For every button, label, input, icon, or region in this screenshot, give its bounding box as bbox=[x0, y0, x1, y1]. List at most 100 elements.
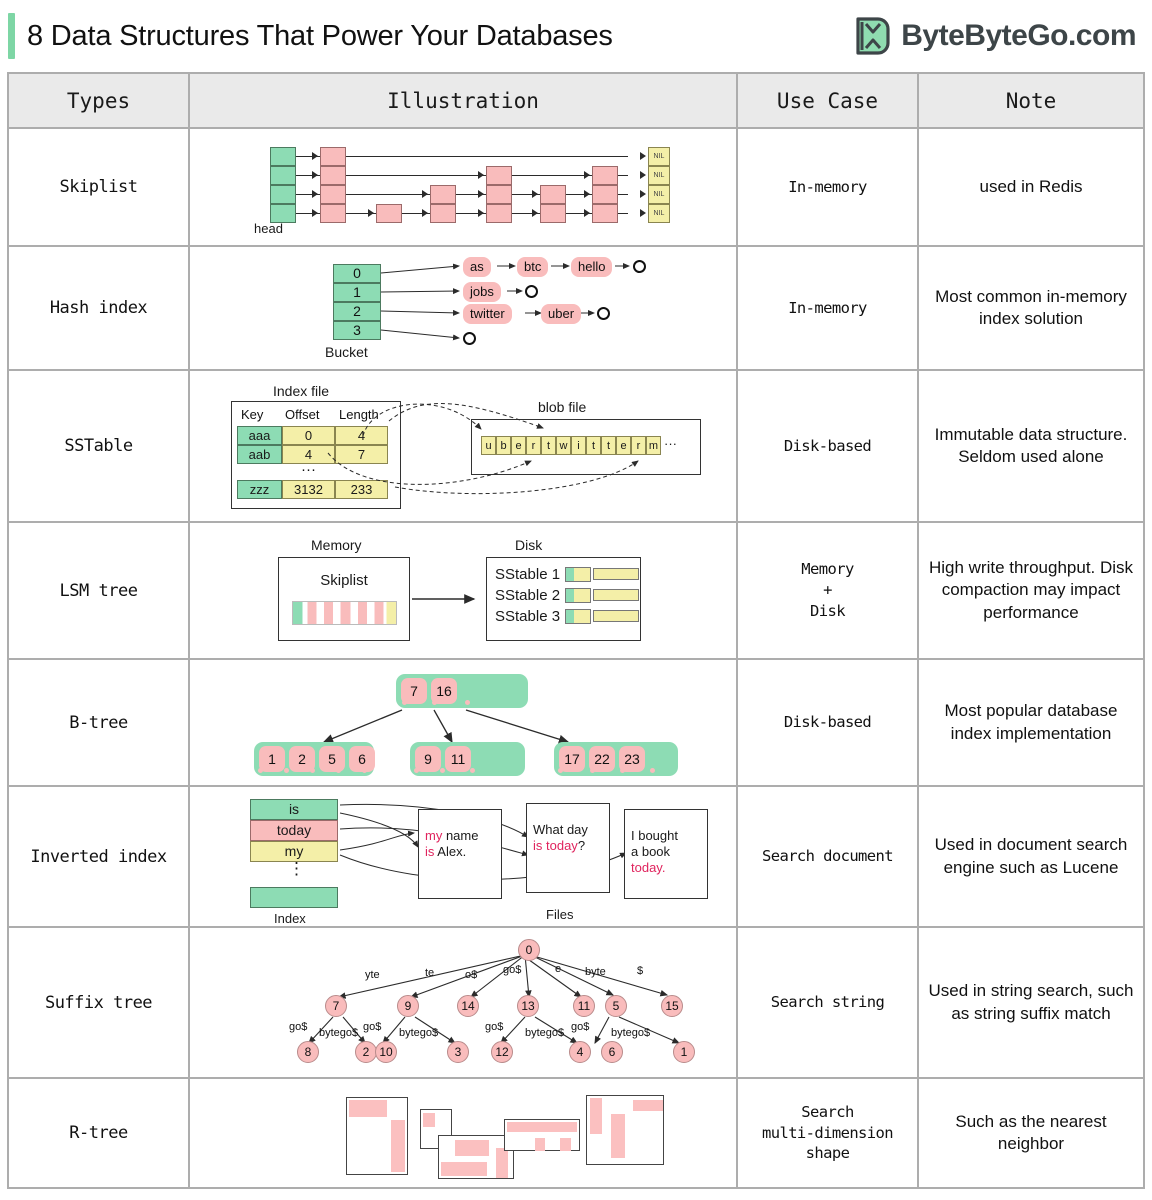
document-card: What day is today? bbox=[526, 802, 610, 893]
btree-key: 17 bbox=[559, 746, 585, 772]
inverted-index-diagram: is today my ⋮ Index my name is Alex. Wha… bbox=[228, 793, 708, 926]
btree-key: 5 bbox=[319, 746, 345, 772]
hash-chain-node: as bbox=[463, 256, 491, 277]
btree-key: 11 bbox=[445, 746, 471, 772]
suffix-node: 11 bbox=[573, 994, 595, 1017]
row-type-hash-index: Hash index bbox=[7, 245, 190, 371]
suffix-edge-label: byte bbox=[585, 965, 606, 978]
column-header-types: Types bbox=[7, 72, 190, 129]
btree-leaf-node: 1 2 5 6 bbox=[254, 742, 375, 776]
lsm-sstable-label: SStable 1 bbox=[495, 565, 561, 583]
suffix-node: 7 bbox=[325, 994, 347, 1017]
row-note-skiplist: used in Redis bbox=[917, 127, 1145, 247]
page-header: 8 Data Structures That Power Your Databa… bbox=[0, 0, 1152, 72]
column-header-illustration: Illustration bbox=[188, 72, 738, 129]
sstable-thumbnail-icon bbox=[565, 587, 640, 603]
lsm-memory-content: Skiplist bbox=[320, 571, 368, 589]
lsm-sstable-item: SStable 3 bbox=[495, 608, 640, 625]
suffix-edge-label: go$ bbox=[485, 1020, 504, 1033]
btree-leaf-node: 17 22 23 bbox=[554, 742, 678, 776]
suffix-edge-label: go$ bbox=[571, 1020, 590, 1033]
row-type-skiplist: Skiplist bbox=[7, 127, 190, 247]
skiplist-nil-label: NIL bbox=[648, 147, 670, 166]
suffix-edge-label: e bbox=[555, 962, 562, 975]
row-type-sstable: SSTable bbox=[7, 369, 190, 523]
row-usecase-btree: Disk-based bbox=[736, 658, 919, 787]
lsm-memory-box: Skiplist bbox=[278, 556, 410, 641]
row-note-inverted-index: Used in document search engine such as L… bbox=[917, 785, 1145, 928]
row-note-suffix-tree: Used in string search, such as string su… bbox=[917, 926, 1145, 1079]
skiplist-head-column bbox=[270, 147, 296, 223]
brand-logo-group: ByteByteGo.com bbox=[855, 16, 1144, 56]
illustration-rtree bbox=[188, 1077, 738, 1189]
column-header-use-case: Use Case bbox=[736, 72, 919, 129]
row-usecase-rtree: Search multi-dimension shape bbox=[736, 1077, 919, 1189]
hash-chain-node: btc bbox=[517, 256, 549, 277]
lsm-disk-label: Disk bbox=[515, 536, 543, 553]
suffix-leaf-node: 3 bbox=[447, 1040, 469, 1063]
lsm-skiplist-thumbnail bbox=[291, 600, 397, 625]
hash-chain-node: twitter bbox=[463, 303, 512, 324]
btree-key: 9 bbox=[415, 746, 441, 772]
bytebytego-logo-icon bbox=[856, 17, 890, 55]
rtree-diagram bbox=[248, 1087, 678, 1179]
hash-chain-terminator bbox=[633, 259, 646, 273]
row-note-btree: Most popular database index implementati… bbox=[917, 658, 1145, 787]
skiplist-nil-label: NIL bbox=[648, 204, 670, 223]
sstable-thumbnail-icon bbox=[565, 566, 640, 582]
illustration-hash-index: 0 1 2 3 Bucket as btc hello jobs twitter… bbox=[188, 245, 738, 371]
skiplist-node-column bbox=[592, 166, 618, 223]
btree-diagram: 7 16 1 2 5 6 9 11 17 22 23 bbox=[238, 670, 688, 776]
row-usecase-skiplist: In-memory bbox=[736, 127, 919, 247]
hash-chain-node: uber bbox=[541, 303, 582, 324]
lsm-sstable-label: SStable 3 bbox=[495, 607, 561, 625]
skiplist-diagram: head NIL NIL NIL NIL bbox=[248, 137, 678, 237]
suffix-leaf-node: 2 bbox=[355, 1040, 377, 1063]
row-type-inverted-index: Inverted index bbox=[7, 785, 190, 928]
suffix-edge-label: $ bbox=[637, 964, 644, 977]
suffix-edge-label: go$ bbox=[363, 1020, 382, 1033]
suffix-edge-label: go$ bbox=[503, 963, 522, 976]
btree-key: 1 bbox=[259, 746, 285, 772]
skiplist-node-column bbox=[486, 166, 512, 223]
skiplist-nil-label: NIL bbox=[648, 185, 670, 204]
data-structures-table: Types Illustration Use Case Note Skiplis… bbox=[7, 72, 1145, 1189]
doc-highlight: today. bbox=[631, 860, 666, 875]
hash-chain-node: jobs bbox=[463, 281, 501, 302]
sstable-diagram: Index file blob file Key Offset Length a… bbox=[213, 381, 713, 511]
doc-highlight: is bbox=[425, 843, 435, 859]
document-card: my name is Alex. bbox=[418, 808, 502, 899]
row-note-lsm-tree: High write throughput. Disk compaction m… bbox=[917, 521, 1145, 660]
hash-chain-terminator bbox=[597, 306, 610, 320]
row-usecase-lsm-tree: Memory + Disk bbox=[736, 521, 919, 660]
suffix-edge-label: bytego$ bbox=[611, 1026, 651, 1039]
row-type-rtree: R-tree bbox=[7, 1077, 190, 1189]
skiplist-head-label: head bbox=[254, 221, 283, 236]
files-label: Files bbox=[546, 906, 574, 922]
rtree-bounding-box bbox=[504, 1119, 580, 1151]
title-accent-bar bbox=[8, 13, 15, 59]
document-card: I bought a book today. bbox=[624, 808, 708, 899]
hash-chain-terminator bbox=[463, 331, 476, 345]
suffix-edge-label: yte bbox=[365, 968, 380, 981]
sstable-thumbnail-icon bbox=[565, 608, 640, 624]
brand-name: ByteByteGo.com bbox=[901, 19, 1136, 52]
row-type-lsm-tree: LSM tree bbox=[7, 521, 190, 660]
row-usecase-hash-index: In-memory bbox=[736, 245, 919, 371]
illustration-btree: 7 16 1 2 5 6 9 11 17 22 23 bbox=[188, 658, 738, 787]
skiplist-node-column bbox=[320, 147, 346, 223]
btree-leaf-node: 9 11 bbox=[410, 742, 525, 776]
row-note-hash-index: Most common in-memory index solution bbox=[917, 245, 1145, 371]
illustration-skiplist: head NIL NIL NIL NIL bbox=[188, 127, 738, 247]
lsm-flush-arrow bbox=[412, 593, 476, 604]
skiplist-node-column bbox=[540, 185, 566, 223]
lsm-sstable-item: SStable 2 bbox=[495, 587, 640, 604]
lsm-sstable-item: SStable 1 bbox=[495, 566, 640, 583]
row-note-sstable: Immutable data structure. Seldom used al… bbox=[917, 369, 1145, 523]
suffix-node: 13 bbox=[517, 994, 539, 1017]
row-note-rtree: Such as the nearest neighbor bbox=[917, 1077, 1145, 1189]
suffix-leaf-node: 12 bbox=[491, 1040, 513, 1063]
suffix-leaf-node: 10 bbox=[375, 1040, 397, 1063]
suffix-node: 5 bbox=[605, 994, 627, 1017]
suffix-node: 14 bbox=[457, 994, 479, 1017]
